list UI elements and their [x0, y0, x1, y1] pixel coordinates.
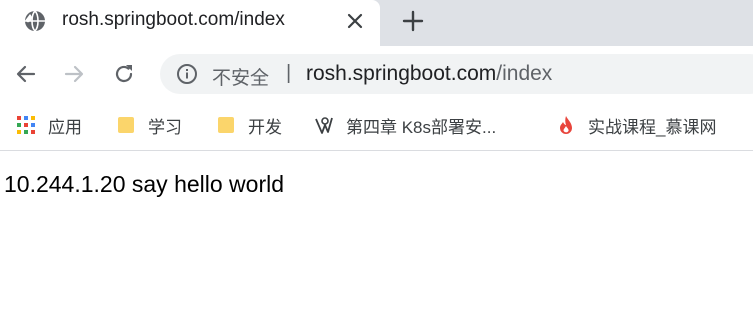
separator: | [286, 62, 292, 84]
site-logo-icon [314, 115, 334, 135]
bookmark-k8s-chapter[interactable]: 第四章 K8s部署安... [314, 112, 496, 138]
url-host: rosh.springboot.com [306, 62, 497, 85]
apps-grid-icon [16, 115, 36, 135]
bookmark-label: 实战课程_慕课网 [588, 117, 717, 137]
bookmarks-bar: 应用 学习 开发 第四章 K8s部署安... 实战课程_慕课网 [0, 102, 753, 151]
url-text[interactable]: rosh.springboot.com/index [306, 62, 552, 86]
bookmark-label: 开发 [248, 117, 282, 137]
folder-icon [216, 115, 236, 135]
tab-title: rosh.springboot.com/index [62, 9, 285, 30]
browser-window: rosh.springboot.com/index 不安全 | rosh.spr… [0, 0, 753, 329]
page-body-text: 10.244.1.20 say hello world [4, 171, 285, 197]
flame-icon [556, 115, 576, 135]
bookmark-apps[interactable]: 应用 [16, 112, 82, 138]
bookmark-folder-study[interactable]: 学习 [116, 112, 182, 138]
globe-icon [24, 10, 46, 32]
address-bar[interactable]: 不安全 | rosh.springboot.com/index [160, 54, 753, 94]
active-tab[interactable]: rosh.springboot.com/index [0, 0, 380, 46]
info-icon[interactable] [176, 63, 198, 85]
page-content: 10.244.1.20 say hello world [0, 151, 753, 329]
folder-icon [116, 115, 136, 135]
bookmark-label: 学习 [148, 117, 182, 137]
bookmark-imooc[interactable]: 实战课程_慕课网 [556, 112, 716, 138]
toolbar: 不安全 | rosh.springboot.com/index [0, 46, 753, 102]
bookmark-label: 第四章 K8s部署安... [346, 117, 497, 137]
url-path: /index [496, 62, 553, 85]
bookmark-folder-dev[interactable]: 开发 [216, 112, 282, 138]
security-status-label[interactable]: 不安全 [212, 63, 269, 90]
arrow-right-icon[interactable] [60, 60, 88, 88]
tab-strip: rosh.springboot.com/index [0, 0, 753, 46]
reload-icon[interactable] [110, 60, 138, 88]
plus-icon[interactable] [398, 6, 428, 36]
arrow-left-icon[interactable] [12, 60, 40, 88]
bookmark-label: 应用 [48, 117, 82, 137]
close-icon[interactable] [344, 10, 366, 32]
